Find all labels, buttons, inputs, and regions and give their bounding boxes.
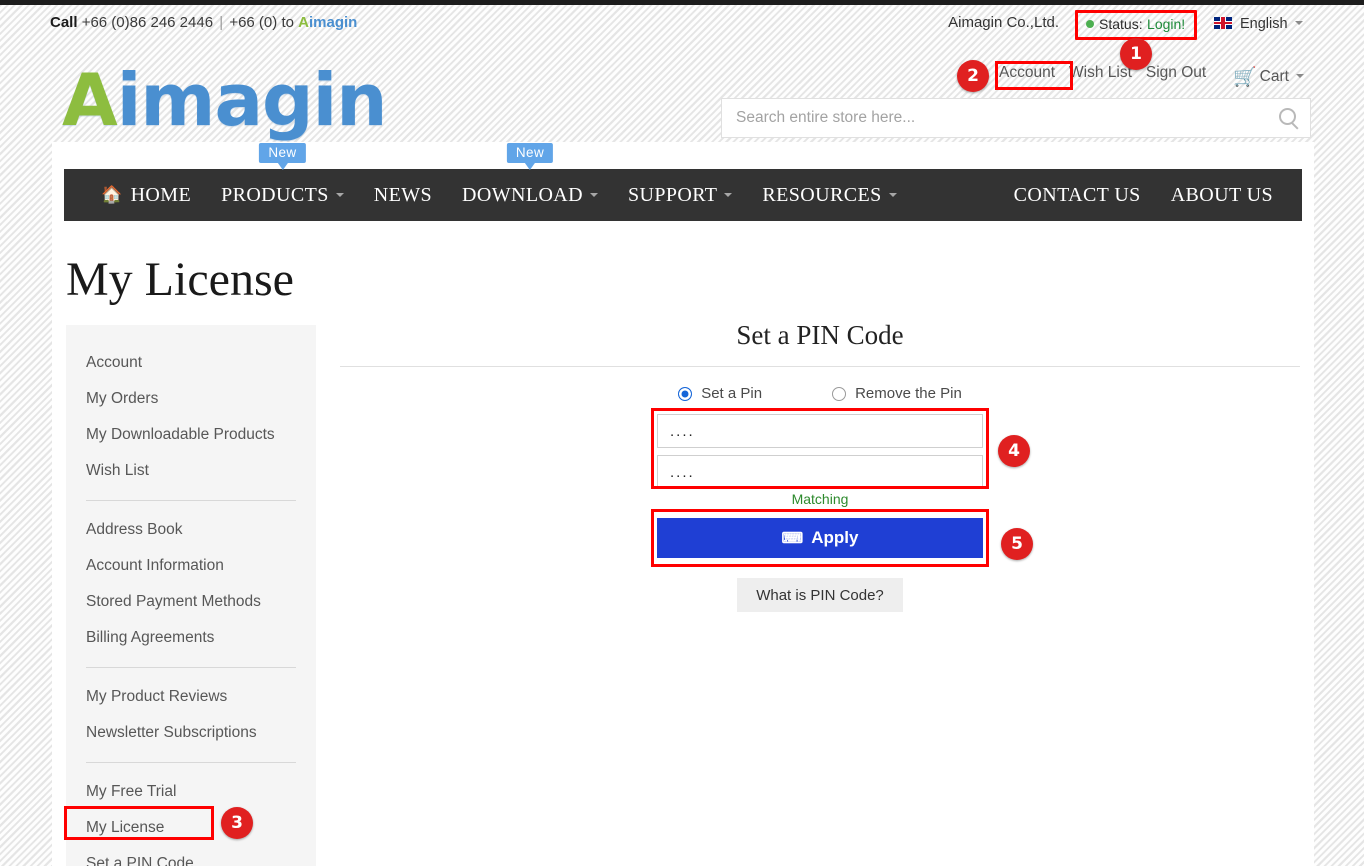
pin-fields-highlight-box <box>651 408 989 489</box>
sidebar-item-wish-list[interactable]: Wish List <box>66 453 316 489</box>
company-name: Aimagin Co.,Ltd. <box>948 14 1059 31</box>
sidebar-divider <box>86 500 296 501</box>
page-title: My License <box>66 253 294 306</box>
sidebar-item-my-downloadable-products[interactable]: My Downloadable Products <box>66 417 316 453</box>
nav-label: DOWNLOAD <box>462 183 583 206</box>
phone-separator: | <box>219 14 224 31</box>
radio-set-a-pin-label: Set a Pin <box>701 385 763 402</box>
nav-right-group: CONTACT US ABOUT US <box>999 169 1288 221</box>
annotation-badge-5: 5 <box>1001 528 1033 560</box>
annotation-badge-4: 4 <box>998 435 1030 467</box>
annotation-badge-2: 2 <box>957 60 989 92</box>
nav-left-group: 🏠 HOME New PRODUCTS NEWS New DOWNLOAD SU… <box>86 143 912 221</box>
nav-item-about-us[interactable]: ABOUT US <box>1156 169 1288 221</box>
status-value: Login! <box>1147 16 1186 32</box>
chevron-down-icon <box>590 193 598 197</box>
nav-item-products[interactable]: New PRODUCTS <box>206 143 359 221</box>
sidebar-item-my-free-trial[interactable]: My Free Trial <box>66 774 316 810</box>
call-label: Call <box>50 14 78 31</box>
search-input[interactable] <box>722 99 1262 137</box>
sidebar-item-billing-agreements[interactable]: Billing Agreements <box>66 620 316 656</box>
chevron-down-icon <box>1294 21 1303 25</box>
uk-flag-icon <box>1214 17 1232 29</box>
status-dot-icon <box>1086 20 1094 28</box>
home-icon: 🏠 <box>101 185 123 204</box>
chevron-down-icon <box>1295 74 1304 78</box>
nav-item-news[interactable]: NEWS <box>359 169 447 221</box>
apply-highlight-box <box>651 509 989 567</box>
pin-matching-status: Matching <box>791 491 849 507</box>
inline-brand-a: A <box>298 14 309 31</box>
account-sidebar: Account My Orders My Downloadable Produc… <box>66 325 316 866</box>
chevron-down-icon <box>335 193 344 197</box>
status-label: Status: <box>1099 16 1143 32</box>
header-top-strip: Call +66 (0)86 246 2446 | +66 (0) to Aim… <box>0 5 1364 40</box>
language-label: English <box>1240 16 1288 32</box>
new-badge: New <box>259 143 306 170</box>
search-icon[interactable] <box>1279 108 1296 125</box>
language-switcher[interactable]: English <box>1214 16 1303 32</box>
sidebar-item-newsletter-subscriptions[interactable]: Newsletter Subscriptions <box>66 715 316 751</box>
site-logo[interactable]: Aimagin <box>62 58 387 142</box>
sidebar-divider <box>86 667 296 668</box>
sidebar-divider <box>86 762 296 763</box>
pin-mode-radio-group: Set a Pin Remove the Pin <box>340 385 1300 402</box>
nav-item-support[interactable]: SUPPORT <box>613 169 747 221</box>
annotation-badge-3: 3 <box>221 807 253 839</box>
sidebar-item-my-orders[interactable]: My Orders <box>66 381 316 417</box>
new-badge: New <box>506 143 554 170</box>
sidebar-item-account-information[interactable]: Account Information <box>66 548 316 584</box>
form-divider <box>340 366 1300 367</box>
logo-letter-a: A <box>62 58 118 142</box>
radio-set-a-pin-input[interactable] <box>678 386 693 401</box>
status-badge[interactable]: Status: Login! <box>1075 10 1198 40</box>
chevron-down-icon <box>724 193 733 197</box>
cart-icon: 🛒 <box>1233 67 1257 88</box>
radio-option-set-a-pin[interactable]: Set a Pin <box>678 385 762 402</box>
search-bar[interactable] <box>721 98 1311 138</box>
sidebar-item-my-product-reviews[interactable]: My Product Reviews <box>66 679 316 715</box>
nav-item-download[interactable]: New DOWNLOAD <box>447 143 613 221</box>
call-info: Call +66 (0)86 246 2446 | +66 (0) to Aim… <box>50 14 357 31</box>
cart-link[interactable]: 🛒 Cart <box>1233 65 1304 89</box>
nav-label: RESOURCES <box>762 183 882 206</box>
chevron-down-icon <box>888 193 897 197</box>
to-label: to <box>281 14 294 31</box>
account-highlight-box <box>995 61 1073 90</box>
main-navigation: 🏠 HOME New PRODUCTS NEWS New DOWNLOAD SU… <box>64 143 1302 221</box>
phone-number-2: +66 (0) <box>229 14 278 31</box>
radio-option-remove-the-pin[interactable]: Remove the Pin <box>832 385 962 402</box>
annotation-badge-1: 1 <box>1120 38 1152 70</box>
sign-out-link[interactable]: Sign Out <box>1139 64 1213 82</box>
logo-text-rest: imagin <box>116 58 388 142</box>
radio-remove-the-pin-input[interactable] <box>832 386 847 401</box>
set-pin-highlight-box <box>64 806 214 840</box>
nav-label: HOME <box>130 183 192 206</box>
nav-item-contact-us[interactable]: CONTACT US <box>999 169 1156 221</box>
sidebar-item-address-book[interactable]: Address Book <box>66 512 316 548</box>
sidebar-item-set-a-pin-code[interactable]: Set a PIN Code <box>66 846 316 866</box>
inline-brand-rest: imagin <box>308 14 358 31</box>
sidebar-item-stored-payment-methods[interactable]: Stored Payment Methods <box>66 584 316 620</box>
nav-label: PRODUCTS <box>221 183 329 206</box>
cart-label: Cart <box>1259 68 1289 85</box>
phone-number-1: +66 (0)86 246 2446 <box>81 14 214 31</box>
nav-label: SUPPORT <box>628 183 718 206</box>
nav-item-resources[interactable]: RESOURCES <box>747 169 911 221</box>
nav-label: ABOUT US <box>1170 183 1273 206</box>
nav-label: CONTACT US <box>1013 183 1141 206</box>
what-is-pin-code-button[interactable]: What is PIN Code? <box>737 578 903 612</box>
nav-label: NEWS <box>373 183 433 206</box>
sidebar-item-account[interactable]: Account <box>66 345 316 381</box>
nav-item-home[interactable]: 🏠 HOME <box>86 169 206 221</box>
radio-remove-the-pin-label: Remove the Pin <box>855 385 962 402</box>
form-title: Set a PIN Code <box>736 320 904 350</box>
